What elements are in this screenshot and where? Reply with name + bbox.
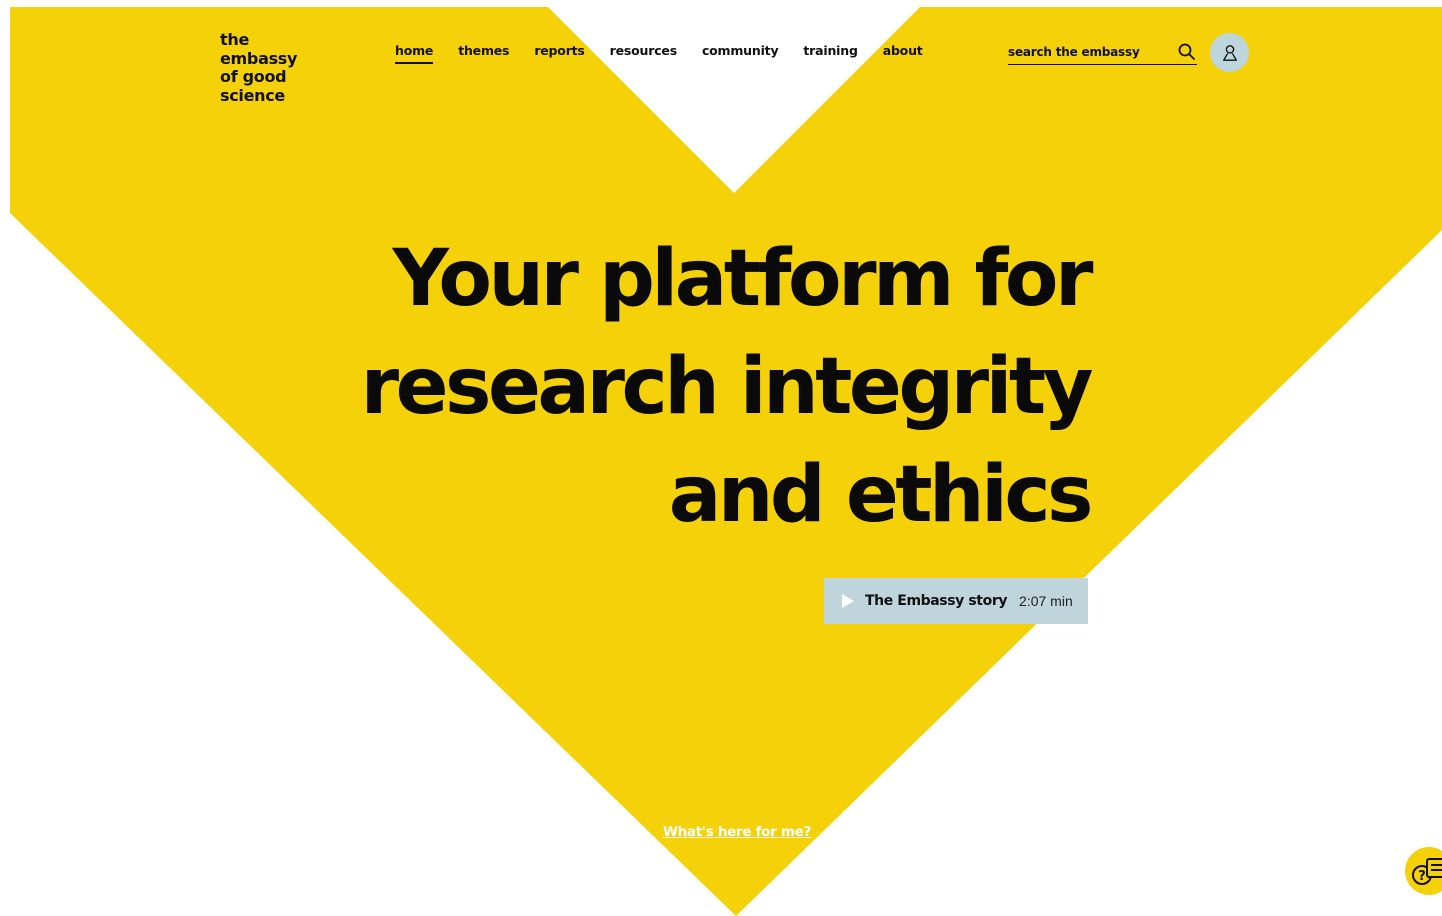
nav-community[interactable]: community xyxy=(702,43,779,64)
hero-title-line: and ethics xyxy=(668,450,1094,540)
hero-title-line: Your platform for xyxy=(392,234,1094,324)
nav-training[interactable]: training xyxy=(803,43,857,64)
hero-title-line: research integrity xyxy=(360,342,1094,432)
logo-line: the xyxy=(220,30,249,49)
search-bar xyxy=(1008,38,1197,65)
embassy-story-video-button[interactable]: The Embassy story 2:07 min xyxy=(824,578,1088,624)
logo-line: science xyxy=(220,85,285,105)
site-logo[interactable]: the embassy of good science xyxy=(220,30,298,105)
hero-title: Your platform for research integrity and… xyxy=(300,225,1094,549)
user-icon xyxy=(1222,44,1237,61)
svg-text:?: ? xyxy=(1418,869,1426,884)
story-label: The Embassy story xyxy=(865,593,1008,609)
whats-here-for-me-link[interactable]: What's here for me? xyxy=(663,824,811,840)
nav-resources[interactable]: resources xyxy=(610,43,677,64)
nav-themes[interactable]: themes xyxy=(458,43,509,64)
page: the embassy of good science home themes … xyxy=(0,0,1442,916)
search-icon[interactable] xyxy=(1177,42,1197,62)
logo-line: of good xyxy=(220,67,287,86)
logo-line: embassy xyxy=(220,48,298,68)
play-icon xyxy=(842,594,854,608)
nav-home[interactable]: home xyxy=(395,43,433,64)
nav-about[interactable]: about xyxy=(883,43,923,64)
story-duration: 2:07 min xyxy=(1019,593,1073,609)
main-nav: home themes reports resources community … xyxy=(395,43,948,64)
nav-reports[interactable]: reports xyxy=(534,43,585,64)
account-button[interactable] xyxy=(1210,33,1249,72)
search-input[interactable] xyxy=(1008,42,1168,62)
